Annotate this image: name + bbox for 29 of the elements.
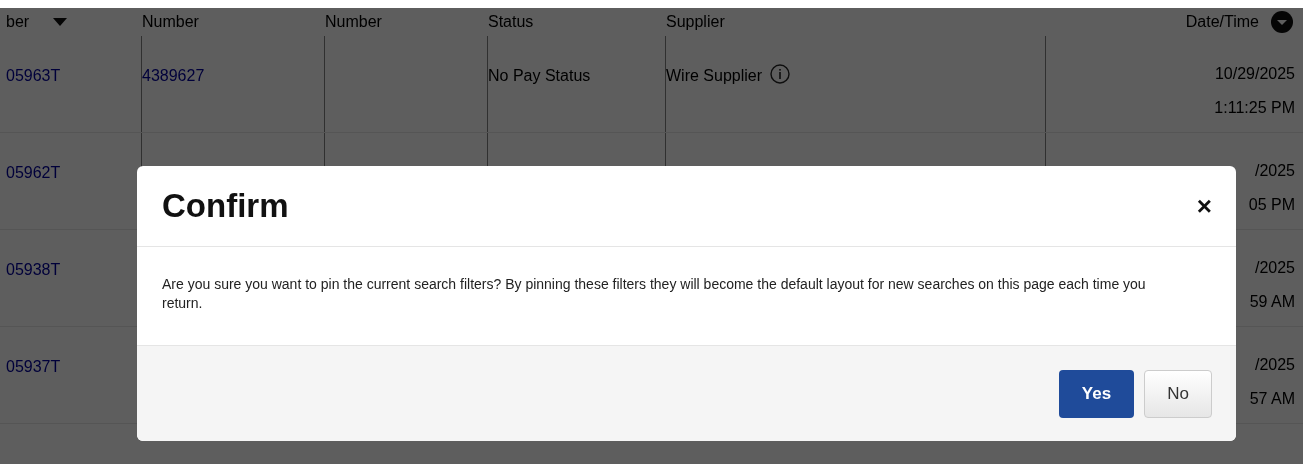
date-text: /2025 bbox=[1254, 355, 1295, 375]
info-icon[interactable] bbox=[770, 64, 791, 84]
dialog-title: Confirm bbox=[162, 186, 289, 227]
time-text: 1:11:25 PM bbox=[1214, 98, 1295, 118]
record-link[interactable]: 05963T bbox=[6, 67, 61, 84]
no-button[interactable]: No bbox=[1144, 369, 1212, 418]
date-text: /2025 bbox=[1254, 161, 1295, 181]
date-text: 10/29/2025 bbox=[1214, 64, 1295, 84]
dropdown-icon[interactable] bbox=[1271, 11, 1293, 33]
column-header[interactable]: Number bbox=[325, 10, 382, 34]
number-link[interactable]: 4389627 bbox=[142, 67, 205, 84]
column-header[interactable]: Supplier bbox=[666, 10, 725, 34]
column-header[interactable]: ber bbox=[6, 10, 30, 34]
dialog-message: Are you sure you want to pin the current search filters? By pinning these filters they will become the default layout for new searches on this page each time you return. bbox=[162, 275, 1147, 313]
record-link[interactable]: 05962T bbox=[6, 164, 61, 181]
column-header[interactable]: Date/Time bbox=[1185, 10, 1259, 34]
column-header[interactable]: Status bbox=[488, 10, 534, 34]
record-link[interactable]: 05937T bbox=[6, 358, 61, 375]
date-text: /2025 bbox=[1254, 258, 1295, 278]
column-header[interactable]: Number bbox=[142, 10, 199, 34]
time-text: 57 AM bbox=[1249, 389, 1295, 409]
yes-button[interactable]: Yes bbox=[1059, 369, 1134, 418]
time-text: 05 PM bbox=[1248, 195, 1295, 215]
status-text: No Pay Status bbox=[488, 67, 591, 84]
record-link[interactable]: 05938T bbox=[6, 261, 61, 278]
supplier-text: Wire Supplier bbox=[666, 66, 763, 86]
sort-caret-icon[interactable] bbox=[53, 18, 68, 26]
close-button[interactable]: × bbox=[1196, 193, 1212, 219]
time-text: 59 AM bbox=[1249, 292, 1295, 312]
